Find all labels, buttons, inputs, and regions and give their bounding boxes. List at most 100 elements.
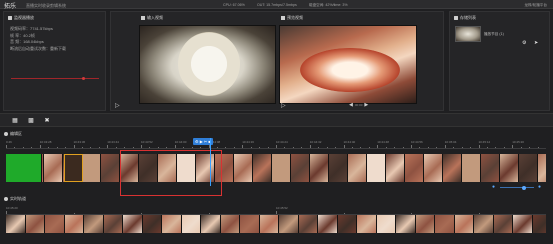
storage-list-panel: 存储列表 播放节目 (1) ⚙ ➤ (449, 11, 550, 111)
clip-frame[interactable] (101, 154, 120, 182)
clip-frame[interactable] (367, 154, 386, 182)
selection-range[interactable] (120, 150, 222, 196)
clip-settings-icon[interactable]: ⚙ (195, 139, 199, 144)
clip-frame[interactable] (376, 215, 396, 233)
edit-ruler[interactable]: 0:46 10:43:28 10:43:36 10:43:44 10:43:52 10:4… (6, 140, 546, 149)
play-selection-icon[interactable]: ▶ (200, 139, 203, 144)
preview-volume-icon[interactable]: ▷ (281, 102, 286, 109)
clip-frame[interactable] (44, 154, 63, 182)
clip-frame[interactable] (253, 154, 272, 182)
clip-frame[interactable] (386, 154, 405, 182)
ruler-minor-tick (411, 146, 412, 148)
ruler-minor-tick (141, 212, 142, 214)
ruler-minor-tick (132, 146, 134, 148)
clip-frame[interactable] (500, 154, 519, 182)
clip-frame[interactable] (493, 215, 513, 233)
playlist-thumbnail[interactable] (455, 26, 481, 42)
clip-frame[interactable] (481, 154, 500, 182)
clip-frame[interactable] (162, 215, 182, 233)
ruler-label: 0:46 (6, 140, 12, 144)
zoom-slider[interactable] (500, 185, 534, 190)
clip-frame[interactable] (405, 154, 424, 182)
platform-link[interactable]: 龙珠/轮播平台 (524, 3, 547, 8)
share-icon[interactable]: ➤ (534, 40, 538, 46)
live-ruler[interactable]: 10:45:20 10:45:52 (6, 206, 546, 215)
playlist-item-name[interactable]: 播放节目 (1) (484, 32, 504, 37)
clip-frame[interactable] (240, 215, 260, 233)
clip-frame[interactable] (259, 215, 279, 233)
input-video-icon (141, 15, 145, 20)
clip-frame[interactable] (443, 154, 462, 182)
clip-frame[interactable] (462, 154, 481, 182)
clip-frame[interactable] (6, 215, 26, 233)
clip-frame[interactable] (201, 215, 221, 233)
input-volume-icon[interactable]: ▷ (115, 102, 120, 109)
ruler-minor-tick (453, 146, 455, 148)
clip-frame[interactable] (532, 215, 546, 233)
clip-frame[interactable] (519, 154, 538, 182)
live-clip-strip[interactable] (6, 215, 546, 233)
preview-video-icon (281, 15, 285, 20)
clip-frame[interactable] (318, 215, 338, 233)
ruler-minor-tick (394, 146, 396, 148)
ruler-minor-tick (368, 146, 370, 148)
green-screen-clip[interactable] (6, 154, 42, 182)
clip-frame[interactable] (142, 215, 162, 233)
clip-frame[interactable] (279, 215, 299, 233)
clip-frame[interactable] (82, 154, 101, 182)
highlighted-clip[interactable] (64, 154, 83, 182)
clip-frame[interactable] (45, 215, 65, 233)
open-folder-icon[interactable]: ▦ (11, 117, 19, 125)
clip-frame[interactable] (123, 215, 143, 233)
clip-frame[interactable] (84, 215, 104, 233)
ruler-label: 10:43:52 (141, 140, 153, 144)
cut-icon[interactable]: ✂ (204, 139, 207, 144)
save-icon[interactable]: ▩ (27, 117, 35, 125)
clip-frame[interactable] (103, 215, 123, 233)
ruler-minor-tick (141, 146, 142, 148)
clip-frame[interactable] (435, 215, 455, 233)
preview-video-frame[interactable] (279, 25, 417, 104)
clip-frame[interactable] (298, 215, 318, 233)
ruler-minor-tick (81, 146, 83, 148)
clip-frame[interactable] (424, 154, 443, 182)
clip-frame[interactable] (310, 154, 329, 182)
next-frame-icon[interactable]: ▶ (364, 102, 368, 108)
zoom-out-icon[interactable]: ● (492, 184, 495, 190)
clip-frame[interactable] (415, 215, 435, 233)
clip-frame[interactable] (337, 215, 357, 233)
ruler-minor-tick (512, 146, 514, 148)
ruler-minor-tick (149, 146, 151, 148)
ruler-label: 10:44:24 (276, 140, 288, 144)
stat-bitrate: 视频码率：7741.57kbps (10, 26, 53, 31)
clip-frame[interactable] (272, 154, 291, 182)
clip-frame[interactable] (291, 154, 310, 182)
zoom-handle[interactable] (521, 185, 526, 190)
clip-frame[interactable] (220, 215, 240, 233)
edit-clip-strip[interactable] (6, 154, 546, 182)
ruler-minor-tick (520, 146, 522, 148)
clip-frame[interactable] (538, 154, 546, 182)
clip-frame[interactable] (234, 154, 253, 182)
clip-frame[interactable] (396, 215, 416, 233)
clip-frame[interactable] (357, 215, 377, 233)
clip-frame[interactable] (474, 215, 494, 233)
clip-frame[interactable] (329, 154, 348, 182)
clip-frame[interactable] (513, 215, 533, 233)
clip-frame[interactable] (64, 215, 84, 233)
prev-frame-icon[interactable]: ◀ (349, 102, 353, 108)
level-handle[interactable] (81, 77, 85, 80)
clip-frame[interactable] (181, 215, 201, 233)
clear-icon[interactable]: ✖ (43, 117, 51, 125)
clip-frame[interactable] (348, 154, 367, 182)
ruler-minor-tick (22, 146, 24, 148)
input-video-frame[interactable] (139, 25, 276, 104)
settings-icon[interactable]: ⚙ (522, 40, 526, 46)
ruler-minor-tick (267, 146, 269, 148)
clip-frame[interactable] (454, 215, 474, 233)
zoom-in-icon[interactable]: ● (538, 184, 541, 190)
clip-frame[interactable] (25, 215, 45, 233)
ruler-minor-tick (419, 146, 421, 148)
audio-level-bar[interactable] (11, 77, 99, 80)
playhead[interactable] (210, 138, 211, 186)
